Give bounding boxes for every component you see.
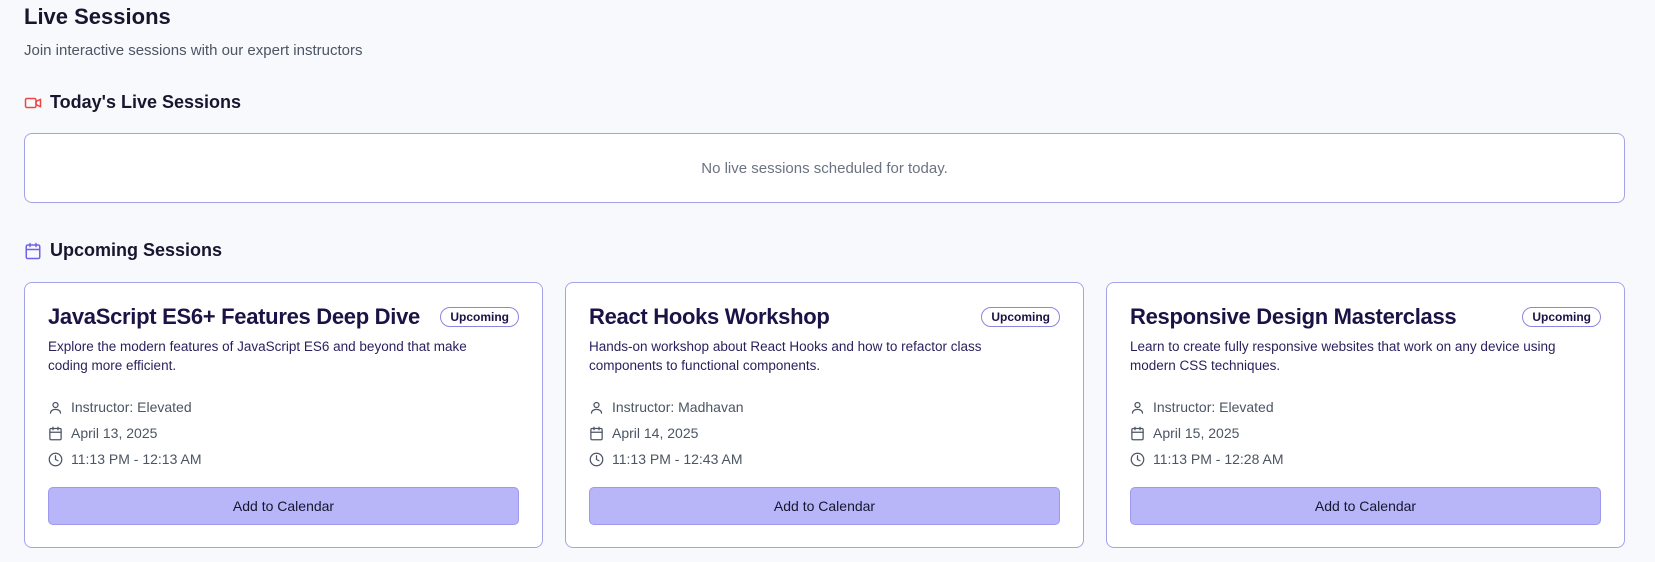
instructor-row: Instructor: Madhavan [589, 394, 744, 420]
session-description: Explore the modern features of JavaScrip… [48, 339, 467, 373]
session-title: Responsive Design Masterclass [1130, 304, 1457, 329]
user-icon [589, 400, 604, 415]
session-description: Learn to create fully responsive website… [1130, 339, 1556, 373]
upcoming-section-header: Upcoming Sessions [24, 240, 222, 261]
user-icon [1130, 400, 1145, 415]
date-text: April 15, 2025 [1153, 425, 1240, 441]
time-row: 11:13 PM - 12:13 AM [48, 446, 201, 472]
session-description: Hands-on workshop about React Hooks and … [589, 339, 982, 373]
live-sessions-page: Live Sessions Join interactive sessions … [0, 0, 1655, 562]
today-section-title: Today's Live Sessions [50, 92, 242, 112]
upcoming-sessions-grid: JavaScript ES6+ Features Deep Dive Upcom… [24, 282, 1625, 548]
today-empty-state: No live sessions scheduled for today. [24, 133, 1625, 203]
status-badge: Upcoming [981, 307, 1060, 327]
session-title: React Hooks Workshop [589, 304, 830, 329]
clock-icon [1130, 452, 1145, 467]
session-meta: Instructor: Elevated April 13, 2025 11:1… [48, 394, 201, 472]
date-row: April 14, 2025 [589, 420, 744, 446]
clock-icon [48, 452, 63, 467]
time-text: 11:13 PM - 12:13 AM [71, 451, 202, 467]
add-to-calendar-button[interactable]: Add to Calendar [48, 487, 519, 525]
instructor-row: Instructor: Elevated [48, 394, 201, 420]
time-row: 11:13 PM - 12:28 AM [1130, 446, 1283, 472]
status-badge: Upcoming [1522, 307, 1601, 327]
date-row: April 15, 2025 [1130, 420, 1283, 446]
empty-message: No live sessions scheduled for today. [701, 159, 948, 177]
add-to-calendar-button[interactable]: Add to Calendar [1130, 487, 1601, 525]
session-title: JavaScript ES6+ Features Deep Dive [48, 304, 420, 329]
session-meta: Instructor: Elevated April 15, 2025 11:1… [1130, 394, 1283, 472]
session-card: Responsive Design Masterclass Upcoming L… [1106, 282, 1625, 548]
calendar-icon [48, 426, 63, 441]
time-text: 11:13 PM - 12:28 AM [1153, 451, 1284, 467]
date-row: April 13, 2025 [48, 420, 201, 446]
video-camera-icon [24, 94, 42, 112]
instructor-text: Instructor: Madhavan [612, 399, 744, 415]
upcoming-section-title: Upcoming Sessions [50, 240, 223, 260]
today-section-header: Today's Live Sessions [24, 92, 241, 113]
page-title: Live Sessions [24, 4, 171, 29]
calendar-icon [24, 242, 42, 260]
user-icon [48, 400, 63, 415]
instructor-text: Instructor: Elevated [1153, 399, 1274, 415]
date-text: April 13, 2025 [71, 425, 158, 441]
page-subtitle: Join interactive sessions with our exper… [24, 42, 363, 59]
status-badge: Upcoming [440, 307, 519, 327]
session-card: JavaScript ES6+ Features Deep Dive Upcom… [24, 282, 543, 548]
session-card: React Hooks Workshop Upcoming Hands-on w… [565, 282, 1084, 548]
calendar-icon [589, 426, 604, 441]
date-text: April 14, 2025 [612, 425, 699, 441]
instructor-row: Instructor: Elevated [1130, 394, 1283, 420]
calendar-icon [1130, 426, 1145, 441]
add-to-calendar-button[interactable]: Add to Calendar [589, 487, 1060, 525]
session-meta: Instructor: Madhavan April 14, 2025 11:1… [589, 394, 744, 472]
time-text: 11:13 PM - 12:43 AM [612, 451, 743, 467]
clock-icon [589, 452, 604, 467]
instructor-text: Instructor: Elevated [71, 399, 192, 415]
time-row: 11:13 PM - 12:43 AM [589, 446, 744, 472]
